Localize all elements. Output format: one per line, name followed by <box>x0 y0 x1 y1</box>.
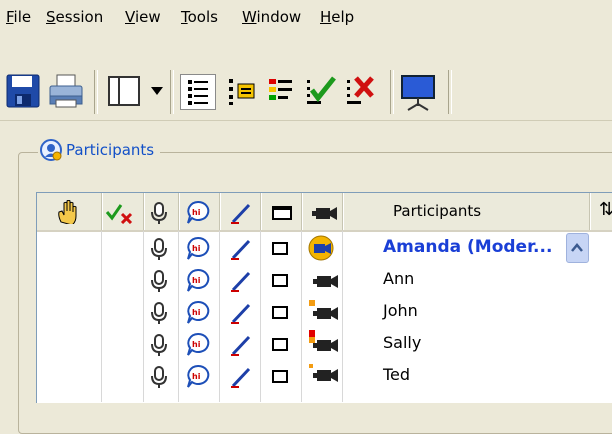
pen-icon[interactable] <box>229 202 253 224</box>
chevron-up-icon <box>571 243 583 252</box>
svg-text:hi: hi <box>192 308 201 317</box>
chat-bubble-icon[interactable]: hi <box>186 332 210 358</box>
chat-bubble-icon[interactable]: hi <box>186 300 210 326</box>
participant-name: Ted <box>383 365 411 384</box>
camera-active-icon[interactable] <box>307 235 339 261</box>
microphone-icon[interactable] <box>150 365 168 389</box>
camera-level-icon[interactable] <box>307 329 339 357</box>
menu-bar: File Session View Tools Window Help <box>0 0 612 34</box>
participant-row-sally[interactable]: hi Sally <box>37 328 567 360</box>
participant-row-amanda[interactable]: hi Amanda (Moder... <box>37 232 567 264</box>
pen-icon[interactable] <box>229 366 253 388</box>
scroll-up-button[interactable] <box>566 233 589 263</box>
dropdown-icon[interactable] <box>150 74 164 108</box>
participants-logo-icon <box>40 139 62 161</box>
microphone-icon[interactable] <box>150 333 168 357</box>
svg-text:hi: hi <box>192 208 201 217</box>
camera-icon[interactable] <box>310 205 338 221</box>
chat-bubble-icon[interactable]: hi <box>186 364 210 390</box>
approve-icon[interactable] <box>304 74 338 108</box>
chat-bubble-icon[interactable]: hi <box>186 200 210 226</box>
pen-icon[interactable] <box>229 302 253 324</box>
chat-bubble-icon[interactable]: hi <box>186 236 210 262</box>
panel-title: Participants <box>66 141 155 159</box>
pen-icon[interactable] <box>229 238 253 260</box>
camera-icon[interactable] <box>311 273 339 289</box>
participants-column-header[interactable]: Participants <box>393 193 481 230</box>
camera-icon[interactable] <box>307 363 339 389</box>
presentation-icon[interactable] <box>400 74 438 112</box>
pen-icon[interactable] <box>229 270 253 292</box>
camera-level-icon[interactable] <box>307 299 339 325</box>
participant-row-ted[interactable]: hi Ted <box>37 360 567 392</box>
window-icon[interactable] <box>271 369 293 385</box>
microphone-icon[interactable] <box>150 301 168 325</box>
participant-name: Amanda (Moder... <box>383 237 553 257</box>
window-icon[interactable] <box>271 273 293 289</box>
window-icon[interactable] <box>271 241 293 257</box>
participant-name: Ann <box>383 269 415 288</box>
participants-panel-header: Participants <box>38 137 161 163</box>
layout-icon[interactable] <box>106 74 146 108</box>
svg-text:hi: hi <box>192 276 201 285</box>
svg-text:hi: hi <box>192 244 201 253</box>
raise-hand-icon[interactable] <box>56 200 78 224</box>
microphone-icon[interactable] <box>150 269 168 293</box>
microphone-icon[interactable] <box>150 237 168 261</box>
reject-icon[interactable] <box>344 74 378 108</box>
window-icon[interactable] <box>271 205 293 221</box>
participant-name: John <box>383 301 418 320</box>
list-icon[interactable] <box>180 74 216 110</box>
chat-toggle-icon[interactable] <box>226 74 258 108</box>
agree-disagree-icon[interactable] <box>105 202 135 224</box>
menu-window[interactable]: Window <box>242 6 301 28</box>
participant-row-ann[interactable]: hi Ann <box>37 264 567 296</box>
participant-row-john[interactable]: hi John <box>37 296 567 328</box>
save-icon[interactable] <box>6 74 40 108</box>
sort-icon[interactable]: ⇅ <box>599 199 612 220</box>
status-icon[interactable] <box>266 74 296 108</box>
menu-session[interactable]: Session <box>46 6 103 28</box>
menu-help[interactable]: Help <box>320 6 354 28</box>
participant-name: Sally <box>383 333 422 352</box>
chat-bubble-icon[interactable]: hi <box>186 268 210 294</box>
microphone-icon[interactable] <box>150 201 168 225</box>
window-icon[interactable] <box>271 305 293 321</box>
menu-tools[interactable]: Tools <box>181 6 218 28</box>
menu-file[interactable]: File <box>6 6 31 28</box>
window-icon[interactable] <box>271 337 293 353</box>
print-icon[interactable] <box>48 74 84 108</box>
menu-view[interactable]: View <box>125 6 161 28</box>
svg-text:hi: hi <box>192 340 201 349</box>
svg-text:hi: hi <box>192 372 201 381</box>
pen-icon[interactable] <box>229 334 253 356</box>
